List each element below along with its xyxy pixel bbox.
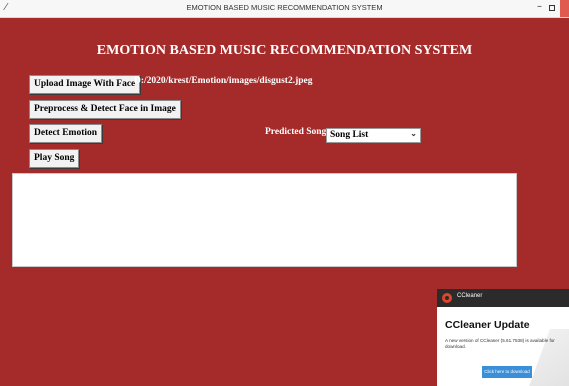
maximize-button[interactable] — [549, 5, 555, 11]
page-title: EMOTION BASED MUSIC RECOMMENDATION SYSTE… — [96, 43, 473, 58]
notification-title: CCleaner Update — [445, 319, 530, 331]
window-titlebar: ⁄ EMOTION BASED MUSIC RECOMMENDATION SYS… — [0, 0, 569, 18]
predicted-song-label: Predicted Song — [265, 127, 327, 137]
output-text-area[interactable] — [12, 173, 517, 267]
ccleaner-notification[interactable]: CCleaner CCleaner Update A new version o… — [437, 289, 569, 386]
song-list-value: Song List — [330, 130, 369, 140]
upload-image-button[interactable]: Upload Image With Face — [29, 75, 141, 94]
minimize-button[interactable]: – — [537, 1, 542, 12]
song-list-select[interactable]: Song List ⌄ — [326, 128, 421, 143]
notification-body: A new version of CCleaner (5.61.7538) is… — [445, 338, 555, 349]
detect-emotion-button[interactable]: Detect Emotion — [29, 124, 103, 143]
window-title: EMOTION BASED MUSIC RECOMMENDATION SYSTE… — [186, 3, 383, 12]
chevron-down-icon: ⌄ — [410, 129, 417, 138]
download-button[interactable]: Click here to download — [482, 366, 532, 378]
image-path-label: D:/2020/krest/Emotion/images/disgust2.jp… — [134, 76, 313, 86]
notification-brand: CCleaner — [457, 293, 483, 299]
notification-header: CCleaner — [437, 289, 569, 307]
ccleaner-logo-icon — [442, 293, 452, 303]
preprocess-detect-face-button[interactable]: Preprocess & Detect Face in Image — [29, 100, 181, 119]
play-song-button[interactable]: Play Song — [29, 149, 80, 168]
close-button[interactable] — [560, 0, 569, 17]
